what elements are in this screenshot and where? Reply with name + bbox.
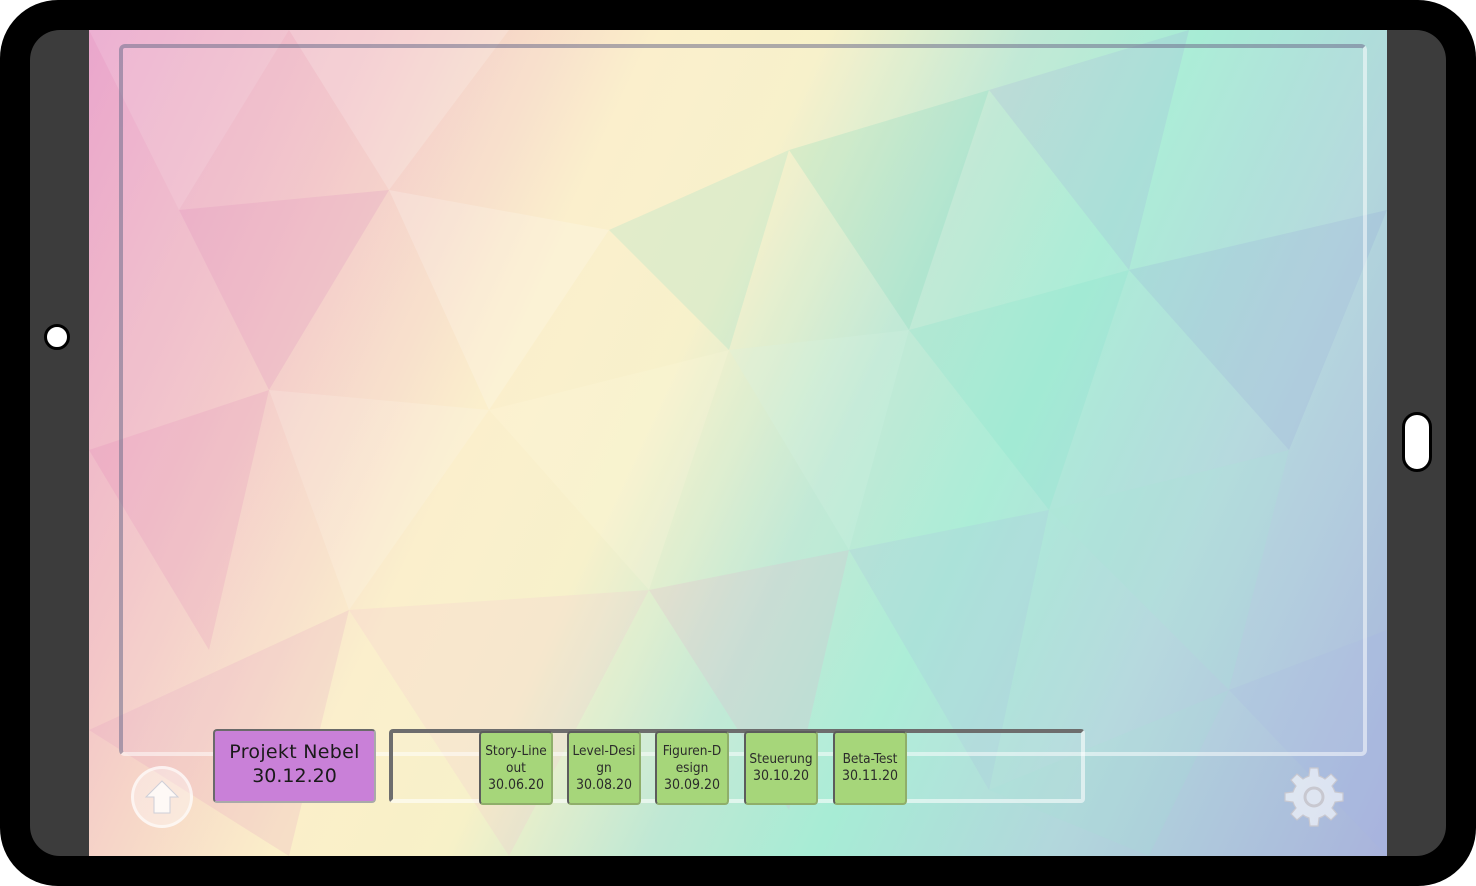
task-date: 30.10.20 <box>752 768 810 784</box>
gear-icon <box>1284 767 1344 827</box>
task-label: Beta-Test <box>842 751 898 767</box>
task-date: 30.11.20 <box>841 768 899 784</box>
task-card[interactable]: Steuerung 30.10.20 <box>744 731 818 805</box>
back-button[interactable] <box>131 766 193 828</box>
task-label: Steuerung <box>749 751 813 767</box>
task-card[interactable]: Figuren-D esign 30.09.20 <box>655 731 729 805</box>
arrow-up-icon <box>144 780 180 814</box>
tablet-device: Projekt Nebel 30.12.20 Story-Line out 30… <box>0 0 1476 886</box>
task-date: 30.08.20 <box>575 776 633 793</box>
project-card[interactable]: Projekt Nebel 30.12.20 <box>213 729 376 803</box>
task-date: 30.09.20 <box>663 776 721 793</box>
canvas-area[interactable] <box>119 44 1367 756</box>
task-label: Level-Desi gn <box>572 742 636 776</box>
project-date: 30.12.20 <box>252 765 337 787</box>
home-button[interactable] <box>1402 412 1432 472</box>
camera-icon <box>44 324 70 350</box>
task-date: 30.06.20 <box>487 776 545 793</box>
settings-button[interactable] <box>1283 766 1345 828</box>
task-card[interactable]: Level-Desi gn 30.08.20 <box>567 731 641 805</box>
task-label: Story-Line out <box>485 742 547 776</box>
task-card[interactable]: Beta-Test 30.11.20 <box>833 731 907 805</box>
task-card[interactable]: Story-Line out 30.06.20 <box>479 731 553 805</box>
project-name: Projekt Nebel <box>229 741 360 763</box>
task-label: Figuren-D esign <box>662 742 722 776</box>
